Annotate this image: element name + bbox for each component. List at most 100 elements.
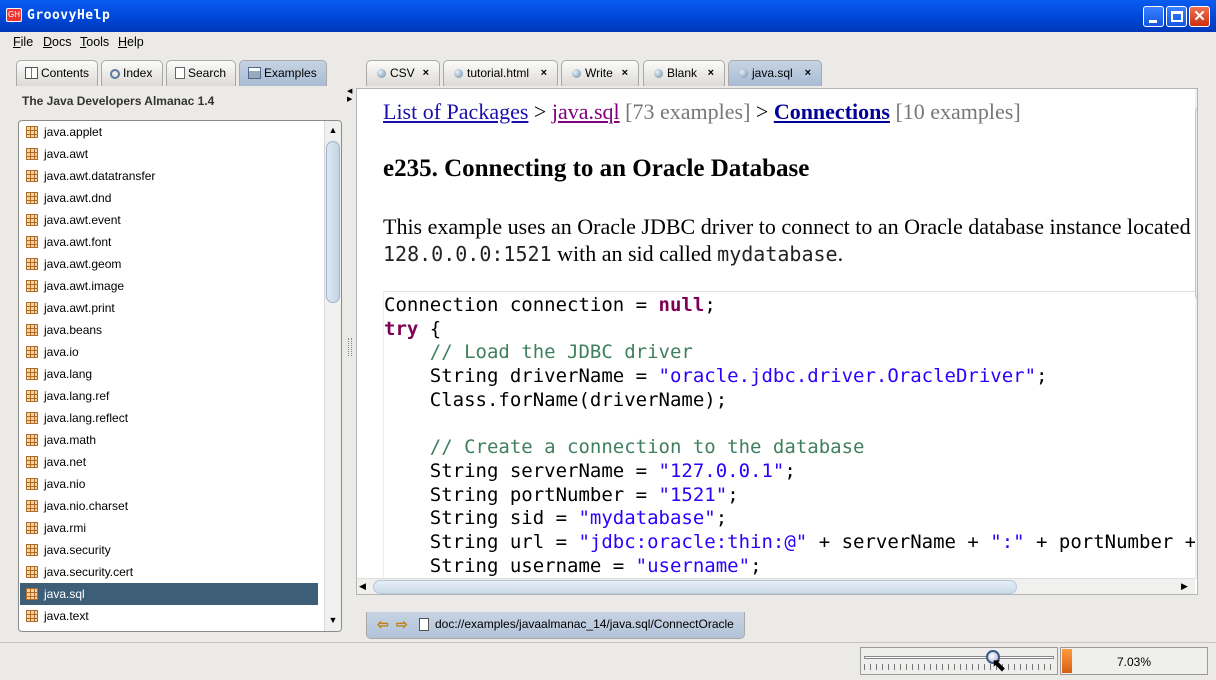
- package-item[interactable]: java.security.cert: [20, 561, 318, 583]
- package-item[interactable]: java.applet: [20, 121, 318, 143]
- package-item[interactable]: java.awt.event: [20, 209, 318, 231]
- close-button[interactable]: ✕: [1189, 6, 1210, 27]
- package-icon: [26, 214, 38, 226]
- doc-tab-blank[interactable]: Blank ×: [643, 60, 725, 86]
- tree-scrollbar[interactable]: ▲ ▼: [324, 121, 341, 631]
- package-item[interactable]: java.rmi: [20, 517, 318, 539]
- scroll-left-icon[interactable]: ◀: [359, 581, 366, 592]
- doc-tab-write[interactable]: Write ×: [561, 60, 639, 86]
- magnifier-icon: [110, 69, 120, 79]
- package-icon: [26, 192, 38, 204]
- scroll-up-icon[interactable]: ▲: [327, 123, 339, 137]
- menu-tools[interactable]: Tools: [80, 35, 109, 49]
- tab-close-icon[interactable]: ×: [541, 61, 547, 85]
- package-item[interactable]: java.net: [20, 451, 318, 473]
- package-icon: [26, 148, 38, 160]
- package-item[interactable]: java.awt.geom: [20, 253, 318, 275]
- package-item[interactable]: java.sql: [20, 583, 318, 605]
- package-label: java.math: [44, 433, 97, 447]
- menu-docs[interactable]: Docs: [43, 35, 71, 49]
- code-line: Connection connection = null;: [384, 294, 716, 316]
- package-icon: [26, 478, 38, 490]
- package-item[interactable]: java.awt.font: [20, 231, 318, 253]
- zoom-slider[interactable]: ⬉: [860, 647, 1058, 675]
- package-label: java.awt.geom: [44, 257, 122, 271]
- list-of-packages-link[interactable]: List of Packages: [383, 99, 528, 124]
- scroll-down-icon[interactable]: ▼: [1195, 563, 1197, 575]
- package-item[interactable]: java.awt.print: [20, 297, 318, 319]
- package-item[interactable]: java.awt.image: [20, 275, 318, 297]
- package-item[interactable]: java.beans: [20, 319, 318, 341]
- package-item[interactable]: java.nio.charset: [20, 495, 318, 517]
- tab-close-icon[interactable]: ×: [805, 61, 811, 85]
- package-item[interactable]: java.lang.ref: [20, 385, 318, 407]
- package-icon: [26, 412, 38, 424]
- title-bar[interactable]: GH GroovyHelp ✕: [0, 0, 1216, 32]
- package-item[interactable]: java.awt: [20, 143, 318, 165]
- tab-search[interactable]: Search: [166, 60, 236, 86]
- doc-tab-java-sql[interactable]: java.sql ×: [728, 60, 822, 86]
- progress-text: 7.03%: [1116, 655, 1152, 669]
- package-icon: [26, 324, 38, 336]
- package-label: java.awt: [44, 147, 89, 161]
- package-link[interactable]: java.sql: [552, 99, 620, 124]
- package-icon: [26, 368, 38, 380]
- document-icon: [419, 618, 429, 631]
- right-panel: CSV × tutorial.html × Write × Blank × java.s…: [356, 56, 1212, 641]
- tab-close-icon[interactable]: ×: [423, 61, 429, 85]
- tab-contents[interactable]: Contents: [16, 60, 98, 86]
- package-tree[interactable]: java.applet java.awt java.awt.datatransfer…: [18, 120, 342, 632]
- package-item[interactable]: java.lang: [20, 363, 318, 385]
- scroll-right-icon[interactable]: ▶: [1181, 581, 1188, 592]
- package-icon: [26, 456, 38, 468]
- tab-index[interactable]: Index: [101, 60, 163, 86]
- package-label: java.io: [44, 345, 79, 359]
- doc-tab-csv[interactable]: CSV ×: [366, 60, 440, 86]
- package-item[interactable]: java.math: [20, 429, 318, 451]
- doc-hscroll[interactable]: ◀ ▶: [357, 578, 1195, 594]
- package-item[interactable]: java.awt.datatransfer: [20, 165, 318, 187]
- package-label: java.nio: [44, 477, 86, 491]
- category-link[interactable]: Connections: [774, 99, 890, 124]
- package-item[interactable]: java.io: [20, 341, 318, 363]
- example-description: This example uses an Oracle JDBC driver …: [383, 214, 1198, 266]
- package-label: java.awt.datatransfer: [44, 169, 156, 183]
- package-label: java.text: [44, 609, 89, 623]
- doc-hscroll-thumb[interactable]: [373, 580, 1017, 594]
- page-icon: [572, 69, 581, 78]
- code-line: String portNumber = "1521";: [384, 483, 739, 506]
- tab-close-icon[interactable]: ×: [708, 61, 714, 85]
- search-document-icon: [175, 67, 185, 79]
- package-icon: [26, 610, 38, 622]
- scroll-up-icon[interactable]: ▲: [1195, 91, 1197, 103]
- package-item[interactable]: java.text: [20, 605, 318, 627]
- menu-help[interactable]: Help: [118, 35, 144, 49]
- scroll-down-icon[interactable]: ▼: [327, 613, 339, 627]
- doc-vscroll[interactable]: ▲ ▼: [1195, 89, 1197, 579]
- forward-arrow-icon[interactable]: ⇨: [396, 612, 408, 637]
- package-icon: [26, 346, 38, 358]
- package-icon: [26, 566, 38, 578]
- tab-close-icon[interactable]: ×: [622, 61, 628, 85]
- document-view[interactable]: List of Packages > java.sql [73 examples…: [356, 88, 1198, 595]
- breadcrumb: List of Packages > java.sql [73 examples…: [383, 99, 1021, 124]
- tree-scroll-thumb[interactable]: [326, 141, 340, 303]
- tab-examples[interactable]: Examples: [239, 60, 327, 86]
- collapse-left-icon[interactable]: ◀ ▶: [347, 88, 352, 104]
- minimize-button[interactable]: [1143, 6, 1164, 27]
- package-item[interactable]: java.nio: [20, 473, 318, 495]
- code-line: String sid = "mydatabase";: [384, 507, 728, 530]
- package-item[interactable]: java.security: [20, 539, 318, 561]
- split-divider[interactable]: ◀ ▶: [345, 56, 355, 641]
- doc-scroll-thumb[interactable]: [1195, 105, 1197, 301]
- back-arrow-icon[interactable]: ⇦: [377, 612, 389, 637]
- package-label: java.net: [44, 455, 87, 469]
- package-label: java.awt.dnd: [44, 191, 112, 205]
- package-item[interactable]: java.lang.reflect: [20, 407, 318, 429]
- maximize-button[interactable]: [1166, 6, 1187, 27]
- menu-file[interactable]: File: [13, 35, 33, 49]
- package-label: java.rmi: [44, 521, 87, 535]
- doc-tab-tutorial[interactable]: tutorial.html ×: [443, 60, 558, 86]
- page-icon: [739, 69, 748, 78]
- package-item[interactable]: java.awt.dnd: [20, 187, 318, 209]
